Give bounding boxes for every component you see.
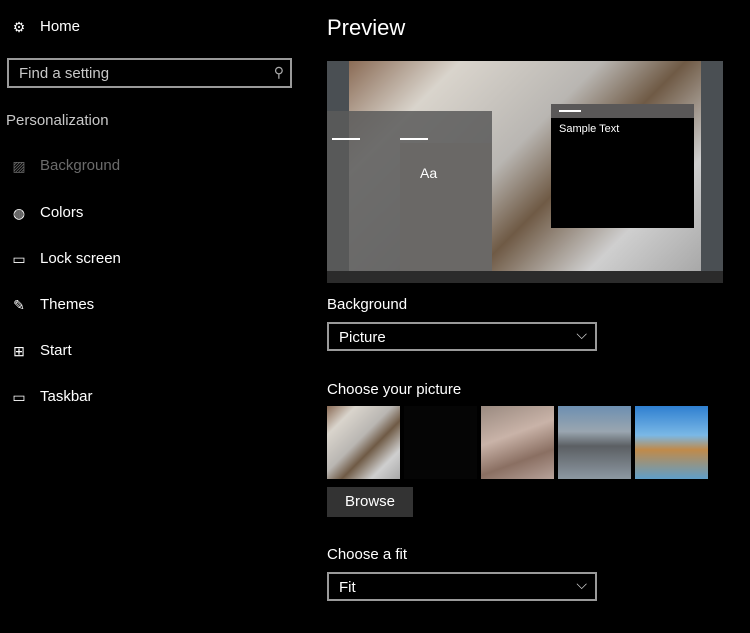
picture-icon: ▨	[12, 157, 26, 174]
sidebar-item-taskbar[interactable]: ▭ Taskbar	[10, 388, 92, 405]
preview-window: Sample Text	[551, 104, 694, 228]
search-input[interactable]: Find a setting ⚲	[7, 58, 292, 88]
chevron-down-icon: ⌵	[576, 576, 587, 592]
picture-thumb-2[interactable]	[404, 406, 477, 479]
preview-tile-text: Aa	[420, 165, 438, 181]
nav-home[interactable]: ⚙ Home	[10, 18, 80, 35]
chevron-down-icon: ⌵	[576, 326, 587, 342]
background-label: Background	[327, 296, 408, 313]
lock-screen-icon: ▭	[12, 250, 26, 267]
fit-dropdown[interactable]: Fit ⌵	[327, 572, 597, 601]
picture-thumb-5[interactable]	[635, 406, 708, 479]
picture-thumb-4[interactable]	[558, 406, 631, 479]
themes-icon: ✎	[13, 296, 25, 313]
browse-button[interactable]: Browse	[327, 487, 413, 517]
fit-label: Choose a fit	[327, 546, 408, 563]
preview-pane: Aa Sample Text	[327, 61, 723, 283]
sidebar-item-themes[interactable]: ✎ Themes	[10, 296, 94, 313]
sidebar-item-lock-screen[interactable]: ▭ Lock screen	[10, 250, 121, 267]
background-dropdown[interactable]: Picture ⌵	[327, 322, 597, 351]
preview-sample-text: Sample Text	[559, 123, 620, 135]
search-icon: ⚲	[273, 64, 284, 80]
page-title: Preview	[327, 15, 406, 40]
section-heading: Personalization	[6, 112, 109, 129]
taskbar-icon: ▭	[12, 388, 26, 405]
sidebar-item-background[interactable]: ▨ Background	[10, 157, 120, 174]
choose-picture-label: Choose your picture	[327, 381, 462, 398]
start-icon: ⊞	[13, 342, 25, 359]
palette-icon: ◍	[12, 204, 26, 221]
preview-taskbar	[327, 271, 723, 283]
picture-thumb-1[interactable]	[327, 406, 400, 479]
sidebar-item-start[interactable]: ⊞ Start	[10, 342, 72, 359]
picture-thumb-3[interactable]	[481, 406, 554, 479]
gear-icon: ⚙	[12, 18, 26, 35]
preview-start-menu: Aa	[327, 111, 492, 271]
sidebar-item-colors[interactable]: ◍ Colors	[10, 204, 83, 221]
